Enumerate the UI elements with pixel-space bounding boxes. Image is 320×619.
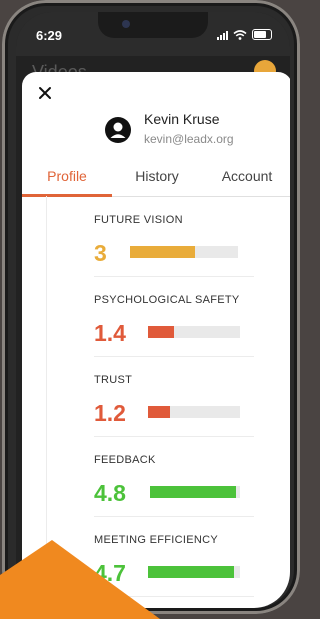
user-avatar-icon — [105, 117, 131, 143]
metric-value: 4.8 — [94, 480, 126, 506]
metric-value: 3 — [94, 240, 107, 266]
metric-label: PSYCHOLOGICAL SAFETY — [94, 294, 240, 306]
metric-future-vision: FUTURE VISION 3 — [94, 196, 254, 277]
metric-psychological-safety: PSYCHOLOGICAL SAFETY 1.4 — [94, 276, 254, 357]
metric-trust: TRUST 1.2 — [94, 356, 254, 437]
metric-feedback: FEEDBACK 4.8 — [94, 436, 254, 517]
battery-icon — [252, 29, 272, 40]
status-bar: 6:29 — [16, 12, 290, 56]
phone-frame: 6:29 Videos — [2, 0, 300, 614]
metric-label: FUTURE VISION — [94, 214, 183, 226]
metric-meeting-efficiency: MEETING EFFICIENCY 4.7 — [94, 516, 254, 597]
notch — [98, 12, 208, 38]
metric-label: FEEDBACK — [94, 454, 156, 466]
metric-bar-fill — [148, 326, 174, 338]
tab-profile[interactable]: Profile — [22, 156, 112, 197]
user-name: Kevin Kruse — [144, 111, 220, 127]
signal-icon — [217, 30, 228, 40]
tab-history[interactable]: History — [112, 156, 202, 196]
tab-bar: Profile History Account — [22, 156, 290, 197]
metric-bar-fill — [130, 246, 195, 258]
phone-screen: 6:29 Videos — [16, 12, 290, 608]
metric-bar — [130, 246, 238, 258]
user-info: Kevin Kruse kevin@leadx.org — [104, 110, 234, 150]
user-email: kevin@leadx.org — [144, 132, 234, 146]
metric-label: MEETING EFFICIENCY — [94, 534, 218, 546]
close-icon[interactable] — [36, 84, 54, 102]
metrics-list: FUTURE VISION 3 PSYCHOLOGICAL SAFETY 1.4… — [46, 196, 290, 608]
wifi-icon — [233, 29, 247, 40]
metric-bar-fill — [150, 486, 237, 498]
status-time: 6:29 — [36, 28, 63, 43]
metric-bar — [148, 406, 240, 418]
metric-label: TRUST — [94, 374, 133, 386]
metric-bar — [148, 566, 240, 578]
metric-value: 1.4 — [94, 320, 126, 346]
metric-bar — [148, 326, 240, 338]
metric-bar-fill — [148, 566, 235, 578]
metric-value: 1.2 — [94, 400, 126, 426]
metric-bar — [150, 486, 240, 498]
metric-bar-fill — [148, 406, 171, 418]
status-icons — [217, 29, 272, 40]
metric-value: 4.7 — [94, 560, 126, 586]
tab-account[interactable]: Account — [202, 156, 290, 196]
profile-sheet: Kevin Kruse kevin@leadx.org Profile Hist… — [22, 72, 290, 608]
user-text: Kevin Kruse kevin@leadx.org — [144, 110, 234, 150]
